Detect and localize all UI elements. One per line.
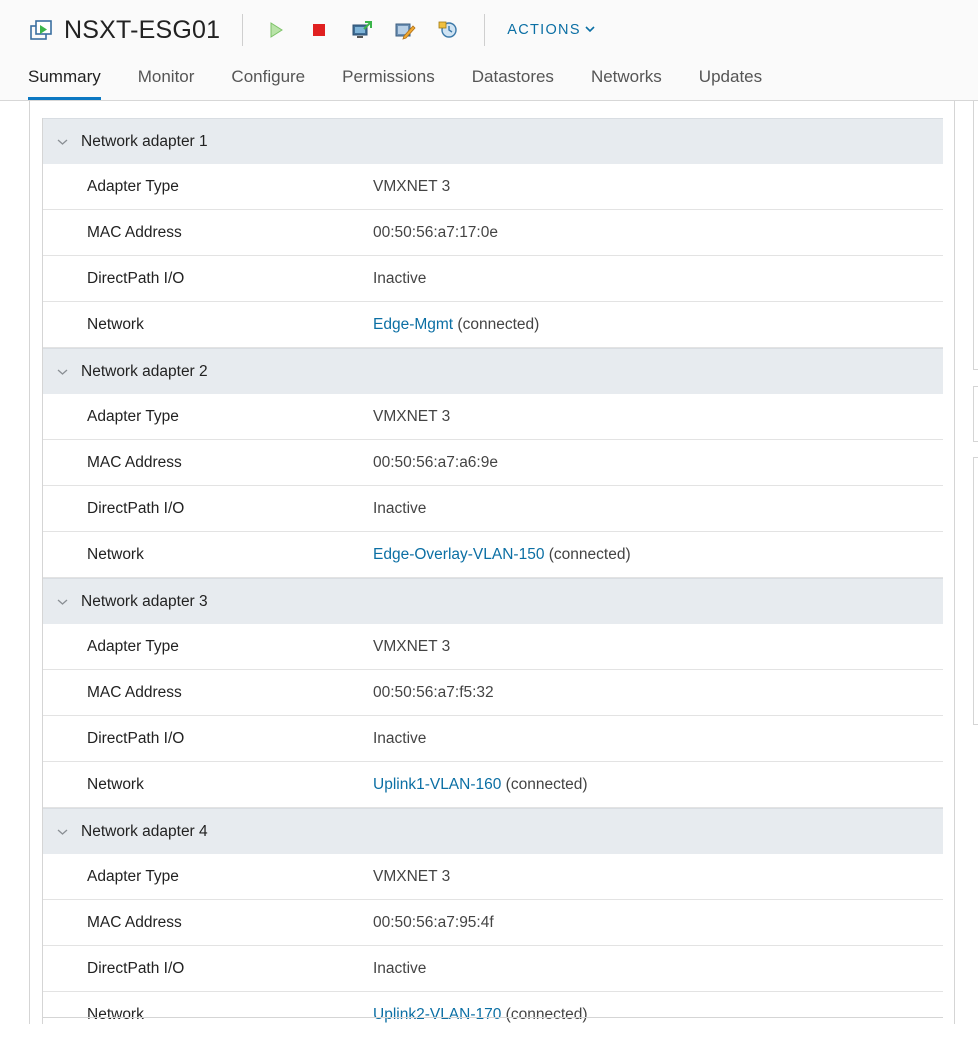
property-value: 00:50:56:a7:95:4f xyxy=(373,913,494,931)
property-value: Inactive xyxy=(373,269,427,287)
network-adapter-title: Network adapter 3 xyxy=(81,592,208,610)
property-row: MAC Address 00:50:56:a7:f5:32 xyxy=(43,670,943,716)
property-label: DirectPath I/O xyxy=(87,729,185,747)
snapshot-icon[interactable] xyxy=(437,19,459,41)
property-value: VMXNET 3 xyxy=(373,637,451,655)
chevron-down-icon xyxy=(585,24,595,36)
chevron-down-icon[interactable] xyxy=(43,365,81,379)
property-row: DirectPath I/O Inactive xyxy=(43,946,943,992)
network-link[interactable]: Uplink2-VLAN-170 xyxy=(373,1006,501,1023)
property-value: VMXNET 3 xyxy=(373,867,451,885)
network-adapter-title: Network adapter 1 xyxy=(81,132,208,150)
actions-label: ACTIONS xyxy=(507,22,581,38)
tab-bar: Summary Monitor Configure Permissions Da… xyxy=(28,66,799,100)
power-on-icon[interactable] xyxy=(265,19,287,41)
chevron-down-icon[interactable] xyxy=(43,135,81,149)
tab-permissions[interactable]: Permissions xyxy=(342,66,435,100)
property-label: Adapter Type xyxy=(87,407,179,425)
property-row: Adapter Type VMXNET 3 xyxy=(43,854,943,900)
property-label: Network xyxy=(87,1005,144,1023)
chevron-down-icon[interactable] xyxy=(43,825,81,839)
network-link[interactable]: Edge-Overlay-VLAN-150 xyxy=(373,546,544,563)
chevron-down-icon[interactable] xyxy=(43,595,81,609)
tab-networks[interactable]: Networks xyxy=(591,66,662,100)
property-value: Uplink2-VLAN-170 (connected) xyxy=(373,1006,588,1024)
property-row: Network Edge-Overlay-VLAN-150 (connected) xyxy=(43,532,943,578)
tab-updates[interactable]: Updates xyxy=(699,66,762,100)
property-label: MAC Address xyxy=(87,453,182,471)
title-row: NSXT-ESG01 ACTIONS xyxy=(28,12,595,48)
tab-monitor[interactable]: Monitor xyxy=(138,66,195,100)
side-card-edge xyxy=(973,457,978,725)
property-label: DirectPath I/O xyxy=(87,499,185,517)
property-row: MAC Address 00:50:56:a7:17:0e xyxy=(43,210,943,256)
actions-menu[interactable]: ACTIONS xyxy=(507,22,595,38)
property-value: Inactive xyxy=(373,499,427,517)
property-row: Adapter Type VMXNET 3 xyxy=(43,624,943,670)
property-label: Adapter Type xyxy=(87,867,179,885)
property-label: Network xyxy=(87,315,144,333)
property-label: MAC Address xyxy=(87,683,182,701)
network-link[interactable]: Edge-Mgmt xyxy=(373,316,453,333)
tab-summary[interactable]: Summary xyxy=(28,66,101,100)
network-link[interactable]: Uplink1-VLAN-160 xyxy=(373,776,501,793)
network-adapter-title: Network adapter 4 xyxy=(81,822,208,840)
edit-settings-icon[interactable] xyxy=(394,19,416,41)
property-value: 00:50:56:a7:17:0e xyxy=(373,223,498,241)
network-adapter-header[interactable]: Network adapter 4 xyxy=(43,808,943,854)
property-row: MAC Address 00:50:56:a7:95:4f xyxy=(43,900,943,946)
launch-console-icon[interactable] xyxy=(351,19,373,41)
property-row: MAC Address 00:50:56:a7:a6:9e xyxy=(43,440,943,486)
property-value: 00:50:56:a7:f5:32 xyxy=(373,683,494,701)
connection-status: (connected) xyxy=(501,775,588,793)
connection-status: (connected) xyxy=(544,545,631,563)
network-adapter-header[interactable]: Network adapter 2 xyxy=(43,348,943,394)
header-divider-2 xyxy=(484,14,486,46)
network-adapter-title: Network adapter 2 xyxy=(81,362,208,380)
list-bottom-border xyxy=(43,1017,943,1018)
object-header: NSXT-ESG01 ACTIONS Summary Monitor Confi… xyxy=(0,0,978,101)
property-row: Adapter Type VMXNET 3 xyxy=(43,164,943,210)
property-row: Network Uplink2-VLAN-170 (connected) xyxy=(43,992,943,1037)
property-label: Adapter Type xyxy=(87,177,179,195)
side-card-edge xyxy=(973,101,978,370)
property-label: MAC Address xyxy=(87,913,182,931)
property-label: Adapter Type xyxy=(87,637,179,655)
property-row: DirectPath I/O Inactive xyxy=(43,256,943,302)
property-value: Inactive xyxy=(373,729,427,747)
property-row: Network Uplink1-VLAN-160 (connected) xyxy=(43,762,943,808)
property-label: MAC Address xyxy=(87,223,182,241)
side-card-edge xyxy=(973,386,978,442)
property-value: Edge-Overlay-VLAN-150 (connected) xyxy=(373,546,631,564)
property-row: Network Edge-Mgmt (connected) xyxy=(43,302,943,348)
tab-configure[interactable]: Configure xyxy=(231,66,305,100)
property-value: VMXNET 3 xyxy=(373,407,451,425)
property-label: Network xyxy=(87,545,144,563)
connection-status: (connected) xyxy=(501,1005,588,1023)
property-row: DirectPath I/O Inactive xyxy=(43,716,943,762)
property-value: Edge-Mgmt (connected) xyxy=(373,316,539,334)
tab-datastores[interactable]: Datastores xyxy=(472,66,554,100)
connection-status: (connected) xyxy=(453,315,540,333)
network-adapter-header[interactable]: Network adapter 1 xyxy=(43,118,943,164)
header-divider xyxy=(242,14,244,46)
vm-title: NSXT-ESG01 xyxy=(64,15,221,44)
property-value: Inactive xyxy=(373,959,427,977)
network-adapter-list: Network adapter 1 Adapter Type VMXNET 3 MAC… xyxy=(43,118,943,1037)
property-label: DirectPath I/O xyxy=(87,959,185,977)
property-label: DirectPath I/O xyxy=(87,269,185,287)
property-row: DirectPath I/O Inactive xyxy=(43,486,943,532)
property-value: 00:50:56:a7:a6:9e xyxy=(373,453,498,471)
property-value: Uplink1-VLAN-160 (connected) xyxy=(373,776,588,794)
property-label: Network xyxy=(87,775,144,793)
property-value: VMXNET 3 xyxy=(373,177,451,195)
property-row: Adapter Type VMXNET 3 xyxy=(43,394,943,440)
vm-icon xyxy=(28,17,54,43)
power-off-icon[interactable] xyxy=(308,19,330,41)
network-adapter-header[interactable]: Network adapter 3 xyxy=(43,578,943,624)
